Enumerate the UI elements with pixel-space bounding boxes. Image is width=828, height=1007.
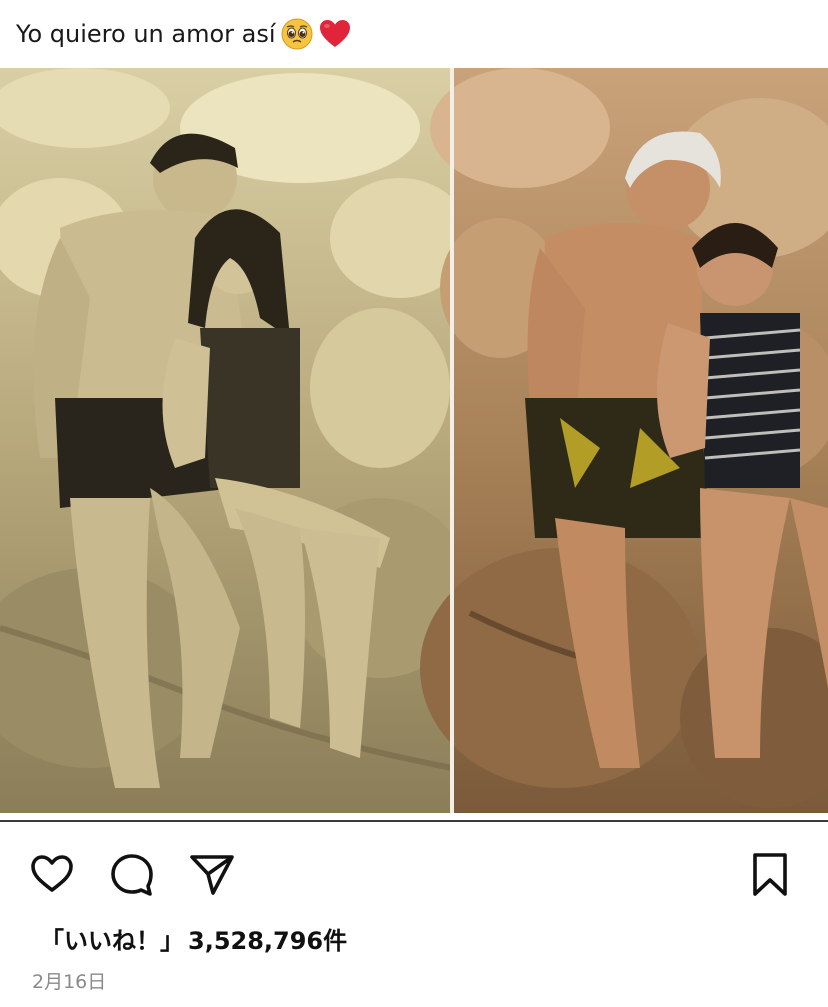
likes-label: 「いいね！」 (40, 926, 184, 955)
post-caption: Yo quiero un amor así (16, 14, 352, 54)
like-button[interactable] (28, 850, 76, 898)
speech-bubble-icon (111, 854, 153, 896)
post-photo[interactable] (0, 68, 828, 813)
post-date: 2月16日 (32, 970, 107, 993)
pleading-face-emoji (280, 17, 314, 51)
comment-button[interactable] (108, 850, 156, 898)
photo-left-panel (0, 68, 470, 813)
share-button[interactable] (188, 850, 236, 898)
caption-text: Yo quiero un amor así (16, 20, 276, 48)
bookmark-outline-icon (753, 853, 787, 896)
photo-right-panel (420, 68, 828, 813)
action-bar (0, 846, 828, 902)
red-heart-emoji (318, 17, 352, 51)
likes-line[interactable]: 「いいね！」 3,528,796件 (40, 922, 348, 955)
likes-count: 3,528,796件 (188, 926, 348, 955)
paper-plane-icon (190, 855, 234, 895)
heart-outline-icon (31, 855, 73, 892)
photo-bottom-divider (0, 820, 828, 822)
save-button[interactable] (746, 850, 794, 898)
